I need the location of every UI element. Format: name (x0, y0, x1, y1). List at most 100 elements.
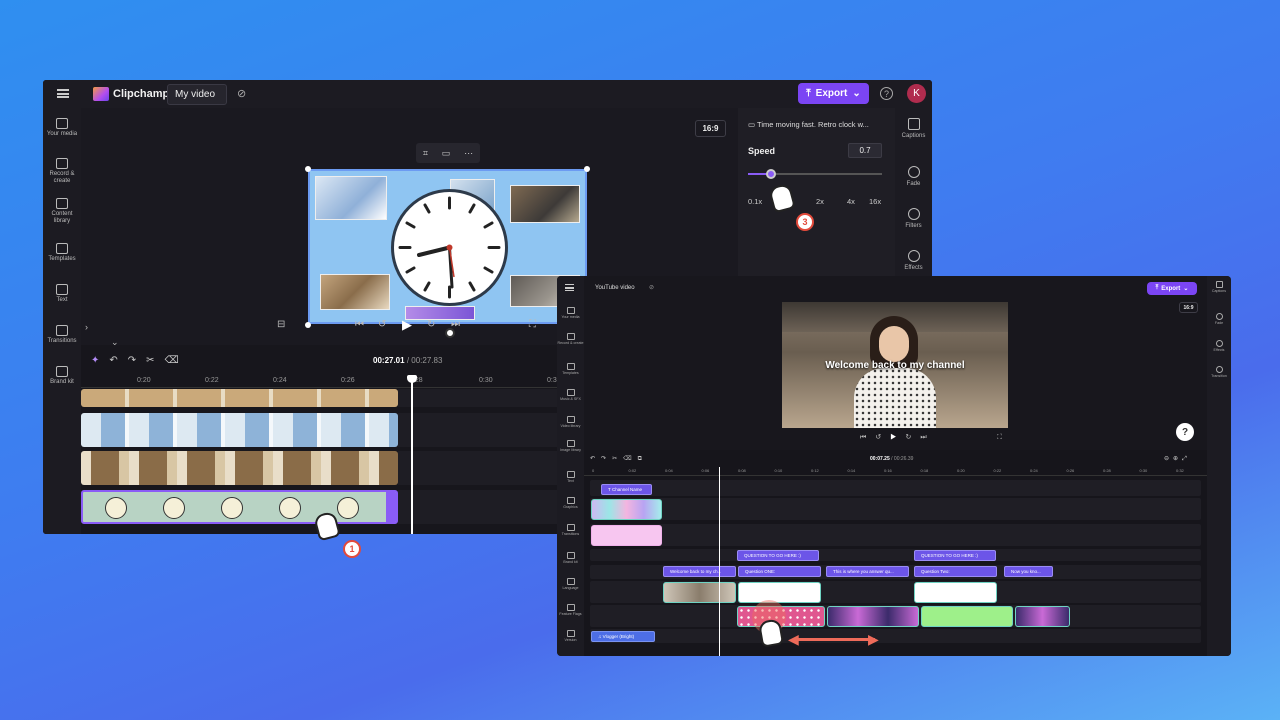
sidebar-item[interactable]: Version (557, 630, 584, 642)
caption-clip[interactable]: This is where you answer qu... (826, 566, 909, 577)
speed-slider-knob[interactable] (765, 169, 776, 179)
rail-item-filters[interactable]: Filters (895, 208, 932, 229)
resize-handle[interactable] (584, 166, 590, 172)
more-icon[interactable]: ⋯ (464, 148, 473, 159)
video-canvas[interactable] (308, 169, 587, 324)
sidebar-item[interactable]: Transitions (557, 524, 584, 536)
export-button[interactable]: ⤒ Export ⌄ (1147, 282, 1197, 295)
scissors-icon[interactable]: ✂ (612, 456, 623, 462)
sidebar-item[interactable]: Graphics (557, 497, 584, 509)
sidebar-item[interactable]: Text (557, 471, 584, 483)
sidebar-item[interactable]: Language (557, 578, 584, 590)
chevron-right-icon[interactable]: › (85, 322, 88, 332)
avatar[interactable]: K (907, 84, 926, 103)
sidebar-item-text[interactable]: Text (43, 284, 81, 304)
video-track-1[interactable] (81, 389, 398, 407)
background-clip[interactable] (591, 525, 662, 546)
skip-forward-icon[interactable]: ⏭ (920, 434, 935, 441)
sidebar-item[interactable]: Brand kit (557, 552, 584, 564)
video-clip[interactable] (1015, 606, 1070, 627)
rewind-icon[interactable]: ↺ (875, 434, 890, 441)
forward-icon[interactable]: ↻ (427, 319, 435, 330)
play-icon[interactable]: ▶ (890, 434, 905, 441)
captions-off-icon[interactable]: ⊟ (277, 319, 285, 330)
rail-item-transition[interactable]: Transition (1207, 366, 1231, 378)
sidebar-item[interactable]: Record & create (557, 333, 584, 345)
sidebar-item-content-library[interactable]: Content library (43, 198, 81, 225)
speed-value-input[interactable]: 0.7 (848, 143, 882, 158)
sidebar-item-record-create[interactable]: Record & create (43, 158, 81, 185)
skip-forward-icon[interactable]: ⏭ (451, 319, 460, 330)
green-clip[interactable] (921, 606, 1013, 627)
duplicate-icon[interactable]: ⧉ (638, 456, 648, 462)
graphic-clip[interactable] (591, 499, 662, 520)
project-title[interactable]: YouTube video (595, 285, 635, 291)
sidebar-item-your-media[interactable]: Your media (43, 118, 81, 138)
forward-icon[interactable]: ↻ (905, 434, 920, 441)
undo-icon[interactable]: ↶ (109, 355, 127, 366)
delete-icon[interactable]: ⌫ (623, 456, 637, 462)
sidebar-item[interactable]: Music & SFX (557, 389, 584, 401)
rail-item-fade[interactable]: Fade (895, 166, 932, 187)
sidebar-item[interactable]: Feature Flags (557, 604, 584, 616)
crop-icon[interactable]: ⌗ (423, 148, 428, 159)
zoom-in-icon[interactable]: ⊕ (1173, 456, 1182, 462)
play-icon[interactable]: ▶ (402, 317, 412, 333)
sidebar-item-transitions[interactable]: Transitions (43, 325, 81, 345)
caption-clip[interactable]: Welcome back to my ch... (663, 566, 736, 577)
resize-handle[interactable] (305, 166, 311, 172)
skip-back-icon[interactable]: ⏮ (860, 434, 875, 441)
chevron-down-icon[interactable]: ⌄ (111, 337, 119, 348)
sidebar-item-brand-kit[interactable]: Brand kit (43, 366, 81, 386)
video-track-2[interactable] (81, 413, 398, 447)
sidebar-item[interactable]: Templates (557, 363, 584, 375)
zoom-out-icon[interactable]: ⊖ (1164, 456, 1173, 462)
question-clip[interactable]: QUESTION TO GO HERE :) (737, 550, 819, 561)
rail-item-fade[interactable]: Fade (1207, 313, 1231, 325)
fullscreen-icon[interactable]: ⛶ (529, 319, 536, 330)
rail-item-effects[interactable]: Effects (895, 250, 932, 271)
rail-item-captions[interactable]: Captions (895, 118, 932, 139)
aspect-ratio-button[interactable]: 16:9 (695, 120, 726, 137)
sidebar-item[interactable]: Image library (557, 440, 584, 452)
playhead[interactable] (719, 467, 720, 656)
fit-timeline-icon[interactable]: ⤢ (1182, 456, 1191, 462)
caption-clip[interactable]: Question Two: (914, 566, 997, 577)
video-track-3[interactable] (81, 451, 398, 485)
question-clip[interactable]: QUESTION TO GO HERE :) (914, 550, 996, 561)
scissors-icon[interactable]: ✂ (146, 355, 164, 366)
white-clip[interactable] (914, 582, 997, 603)
clip-trim-handle[interactable] (386, 492, 396, 522)
export-button[interactable]: ⤒ Export ⌄ (798, 83, 869, 104)
sidebar-item-templates[interactable]: Templates (43, 243, 81, 263)
audio-clip[interactable]: ♫ Vlogger (Bright) (591, 631, 655, 642)
undo-icon[interactable]: ↶ (590, 456, 601, 462)
fullscreen-icon[interactable]: ⛶ (997, 434, 1002, 442)
magic-icon[interactable]: ✦ (91, 355, 109, 366)
skip-back-icon[interactable]: ⏮ (355, 319, 364, 330)
help-icon[interactable]: ? (880, 87, 893, 100)
redo-icon[interactable]: ↷ (601, 456, 612, 462)
sidebar-item[interactable]: Your media (557, 307, 584, 319)
speed-slider[interactable] (748, 169, 882, 179)
resize-handle[interactable] (305, 322, 311, 328)
fit-icon[interactable]: ▭ (442, 148, 451, 159)
caption-clip[interactable]: Now you kno... (1004, 566, 1053, 577)
white-clip[interactable] (738, 582, 821, 603)
redo-icon[interactable]: ↷ (128, 355, 146, 366)
menu-icon[interactable] (57, 89, 69, 98)
text-clip[interactable]: T Channel Name (601, 484, 652, 495)
clock-clip-track[interactable] (81, 490, 398, 524)
project-title-input[interactable]: My video (167, 84, 227, 105)
caption-clip[interactable]: Question ONE: (738, 566, 821, 577)
rail-item-effects[interactable]: Effects (1207, 340, 1231, 352)
help-button[interactable]: ? (1176, 423, 1194, 441)
video-clip[interactable] (827, 606, 919, 627)
video-clip[interactable] (663, 582, 736, 603)
playhead[interactable] (407, 375, 417, 534)
rail-item-captions[interactable]: Captions (1207, 281, 1231, 293)
menu-icon[interactable] (565, 284, 574, 291)
sidebar-item[interactable]: Video library (557, 416, 584, 428)
video-preview[interactable]: Welcome back to my channel (782, 302, 1008, 428)
aspect-ratio-button[interactable]: 16:9 (1179, 302, 1198, 313)
